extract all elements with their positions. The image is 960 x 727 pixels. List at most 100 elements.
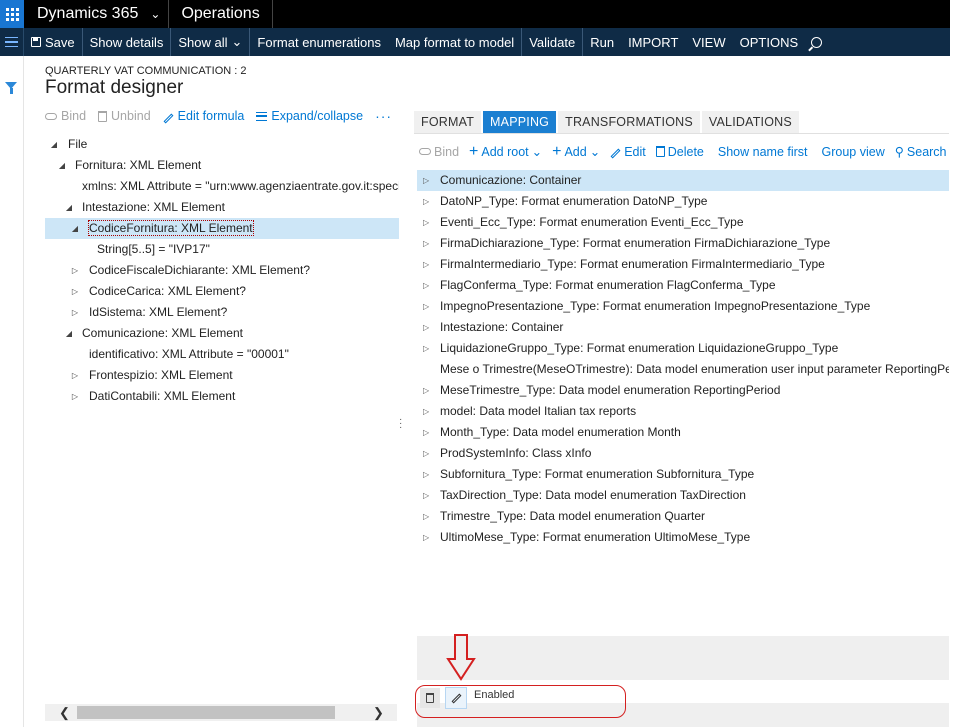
expand-icon[interactable]: ▷ [423, 443, 429, 464]
tree-node[interactable]: String[5..5] = "IVP17" [45, 239, 399, 260]
expand-icon[interactable]: ▷ [70, 386, 80, 407]
data-source-row[interactable]: ▷ FirmaIntermediario_Type: Format enumera… [417, 254, 950, 275]
show-details-button[interactable]: Show details [83, 28, 172, 56]
expand-icon[interactable]: ▷ [70, 302, 80, 323]
expand-icon[interactable]: ▷ [423, 296, 429, 317]
data-source-row[interactable]: ▷ LiquidazioneGruppo_Type: Format enumera… [417, 338, 950, 359]
map-format-to-model-button[interactable]: Map format to model [388, 28, 523, 56]
collapse-icon[interactable]: ◢ [70, 218, 80, 239]
tree-node[interactable]: ◢ File [45, 134, 399, 155]
pane-splitter[interactable]: · · · [399, 415, 409, 433]
data-source-row[interactable]: ▷ FlagConferma_Type: Format enumeration F… [417, 275, 950, 296]
data-source-row[interactable]: ▷ Eventi_Ecc_Type: Format enumeration Eve… [417, 212, 950, 233]
add-root-button[interactable]: + Add root ⌄ [469, 143, 542, 159]
app-launcher-icon[interactable] [0, 0, 24, 28]
data-source-row[interactable]: ▷ Comunicazione: Container [417, 170, 950, 191]
expand-icon[interactable]: ▷ [423, 527, 429, 548]
add-button[interactable]: + Add ⌄ [552, 143, 600, 159]
expand-icon[interactable]: ▷ [70, 260, 80, 281]
app-switcher[interactable]: Dynamics 365 ⌄ [24, 0, 170, 28]
mapping-bind-button[interactable]: Bind [419, 144, 459, 159]
data-source-row[interactable]: ▷ Intestazione: Container [417, 317, 950, 338]
tab-mapping[interactable]: MAPPING [483, 111, 557, 133]
group-view-button[interactable]: Group view [822, 144, 885, 159]
expand-icon[interactable]: ▷ [423, 233, 429, 254]
module-name[interactable]: Operations [169, 0, 273, 28]
tree-node[interactable]: identificativo: XML Attribute = "00001" [45, 344, 399, 365]
data-source-row[interactable]: ▷ MeseTrimestre_Type: Data model enumerat… [417, 380, 950, 401]
more-options-icon[interactable]: ··· [375, 108, 392, 124]
tree-node[interactable]: ▷ IdSistema: XML Element? [45, 302, 399, 323]
run-button[interactable]: Run [583, 28, 621, 56]
data-source-label: ProdSystemInfo: Class xInfo [440, 446, 592, 460]
filter-icon[interactable] [5, 82, 17, 94]
data-source-row[interactable]: Mese o Trimestre(MeseOTrimestre): Data m… [417, 359, 950, 380]
expand-icon[interactable]: ▷ [70, 365, 80, 386]
expand-icon[interactable]: ▷ [423, 464, 429, 485]
data-source-row[interactable]: ▷ TaxDirection_Type: Data model enumerati… [417, 485, 950, 506]
data-source-row[interactable]: ▷ Month_Type: Data model enumeration Mont… [417, 422, 950, 443]
data-source-row[interactable]: ▷ UltimoMese_Type: Format enumeration Ult… [417, 527, 950, 548]
validate-button[interactable]: Validate [522, 28, 584, 56]
horizontal-scrollbar[interactable]: ❮ ❯ [45, 704, 397, 721]
expand-icon[interactable]: ▷ [423, 191, 429, 212]
tree-node[interactable]: xmlns: XML Attribute = "urn:www.agenziae… [45, 176, 399, 197]
data-source-label: Subfornitura_Type: Format enumeration Su… [440, 467, 755, 481]
data-source-row[interactable]: ▷ Trimestre_Type: Data model enumeration … [417, 506, 950, 527]
collapse-icon[interactable]: ◢ [57, 155, 67, 176]
bind-button[interactable]: Bind [45, 108, 86, 124]
expand-icon[interactable]: ▷ [70, 281, 80, 302]
search-icon[interactable] [811, 36, 823, 48]
tab-format[interactable]: FORMAT [414, 111, 482, 133]
show-all-button[interactable]: Show all ⌄ [171, 28, 251, 56]
data-source-row[interactable]: ▷ ProdSystemInfo: Class xInfo [417, 443, 950, 464]
expand-icon[interactable]: ▷ [423, 170, 429, 191]
expand-icon[interactable]: ▷ [423, 317, 429, 338]
expand-icon[interactable]: ▷ [423, 275, 429, 296]
data-source-row[interactable]: ▷ ImpegnoPresentazione_Type: Format enume… [417, 296, 950, 317]
expand-icon[interactable]: ▷ [423, 506, 429, 527]
tab-transformations[interactable]: TRANSFORMATIONS [558, 111, 700, 133]
data-source-row[interactable]: ▷ FirmaDichiarazione_Type: Format enumera… [417, 233, 950, 254]
save-button[interactable]: Save [24, 28, 83, 56]
edit-button[interactable]: Edit [610, 144, 646, 159]
search-icon: ⚲ [894, 145, 904, 159]
tree-node[interactable]: ▷ DatiContabili: XML Element [45, 386, 399, 407]
expand-icon[interactable]: ▷ [423, 485, 429, 506]
tree-node[interactable]: ◢ Intestazione: XML Element [45, 197, 399, 218]
expand-icon[interactable]: ▷ [423, 254, 429, 275]
tree-node[interactable]: ▷ CodiceFiscaleDichiarante: XML Element? [45, 260, 399, 281]
navigation-menu-icon[interactable] [0, 28, 24, 56]
unbind-button[interactable]: Unbind [98, 108, 151, 124]
collapse-icon[interactable]: ◢ [64, 323, 74, 344]
tree-node[interactable]: ▷ Frontespizio: XML Element [45, 365, 399, 386]
scroll-left-icon[interactable]: ❮ [59, 705, 70, 721]
mapping-search-button[interactable]: ⚲ Search [894, 144, 947, 160]
collapse-icon[interactable]: ◢ [64, 197, 74, 218]
options-tab[interactable]: OPTIONS [733, 28, 806, 56]
expand-icon[interactable]: ▷ [423, 401, 429, 422]
expand-icon[interactable]: ▷ [423, 212, 429, 233]
collapse-icon[interactable]: ◢ [49, 134, 59, 155]
tree-node-label: CodiceFornitura: XML Element [88, 220, 254, 236]
edit-formula-button[interactable]: Edit formula [163, 108, 244, 124]
expand-icon[interactable]: ▷ [423, 380, 429, 401]
format-enumerations-button[interactable]: Format enumerations [250, 28, 388, 56]
expand-icon[interactable]: ▷ [423, 338, 429, 359]
import-tab[interactable]: IMPORT [621, 28, 685, 56]
data-source-row[interactable]: ▷ DatoNP_Type: Format enumeration DatoNP_… [417, 191, 950, 212]
tree-node[interactable]: ▷ CodiceCarica: XML Element? [45, 281, 399, 302]
tree-node[interactable]: ◢ CodiceFornitura: XML Element [45, 218, 399, 239]
data-source-row[interactable]: ▷ Subfornitura_Type: Format enumeration S… [417, 464, 950, 485]
tree-node[interactable]: ◢ Fornitura: XML Element [45, 155, 399, 176]
scroll-right-icon[interactable]: ❯ [373, 705, 384, 721]
delete-button[interactable]: Delete [655, 144, 704, 159]
view-tab[interactable]: VIEW [685, 28, 732, 56]
expand-collapse-button[interactable]: Expand/collapse [256, 108, 363, 124]
scrollbar-thumb[interactable] [77, 706, 335, 719]
tab-validations[interactable]: VALIDATIONS [701, 111, 799, 133]
data-source-row[interactable]: ▷ model: Data model Italian tax reports [417, 401, 950, 422]
expand-icon[interactable]: ▷ [423, 422, 429, 443]
show-name-first-button[interactable]: Show name first [718, 144, 808, 159]
tree-node[interactable]: ◢ Comunicazione: XML Element [45, 323, 399, 344]
